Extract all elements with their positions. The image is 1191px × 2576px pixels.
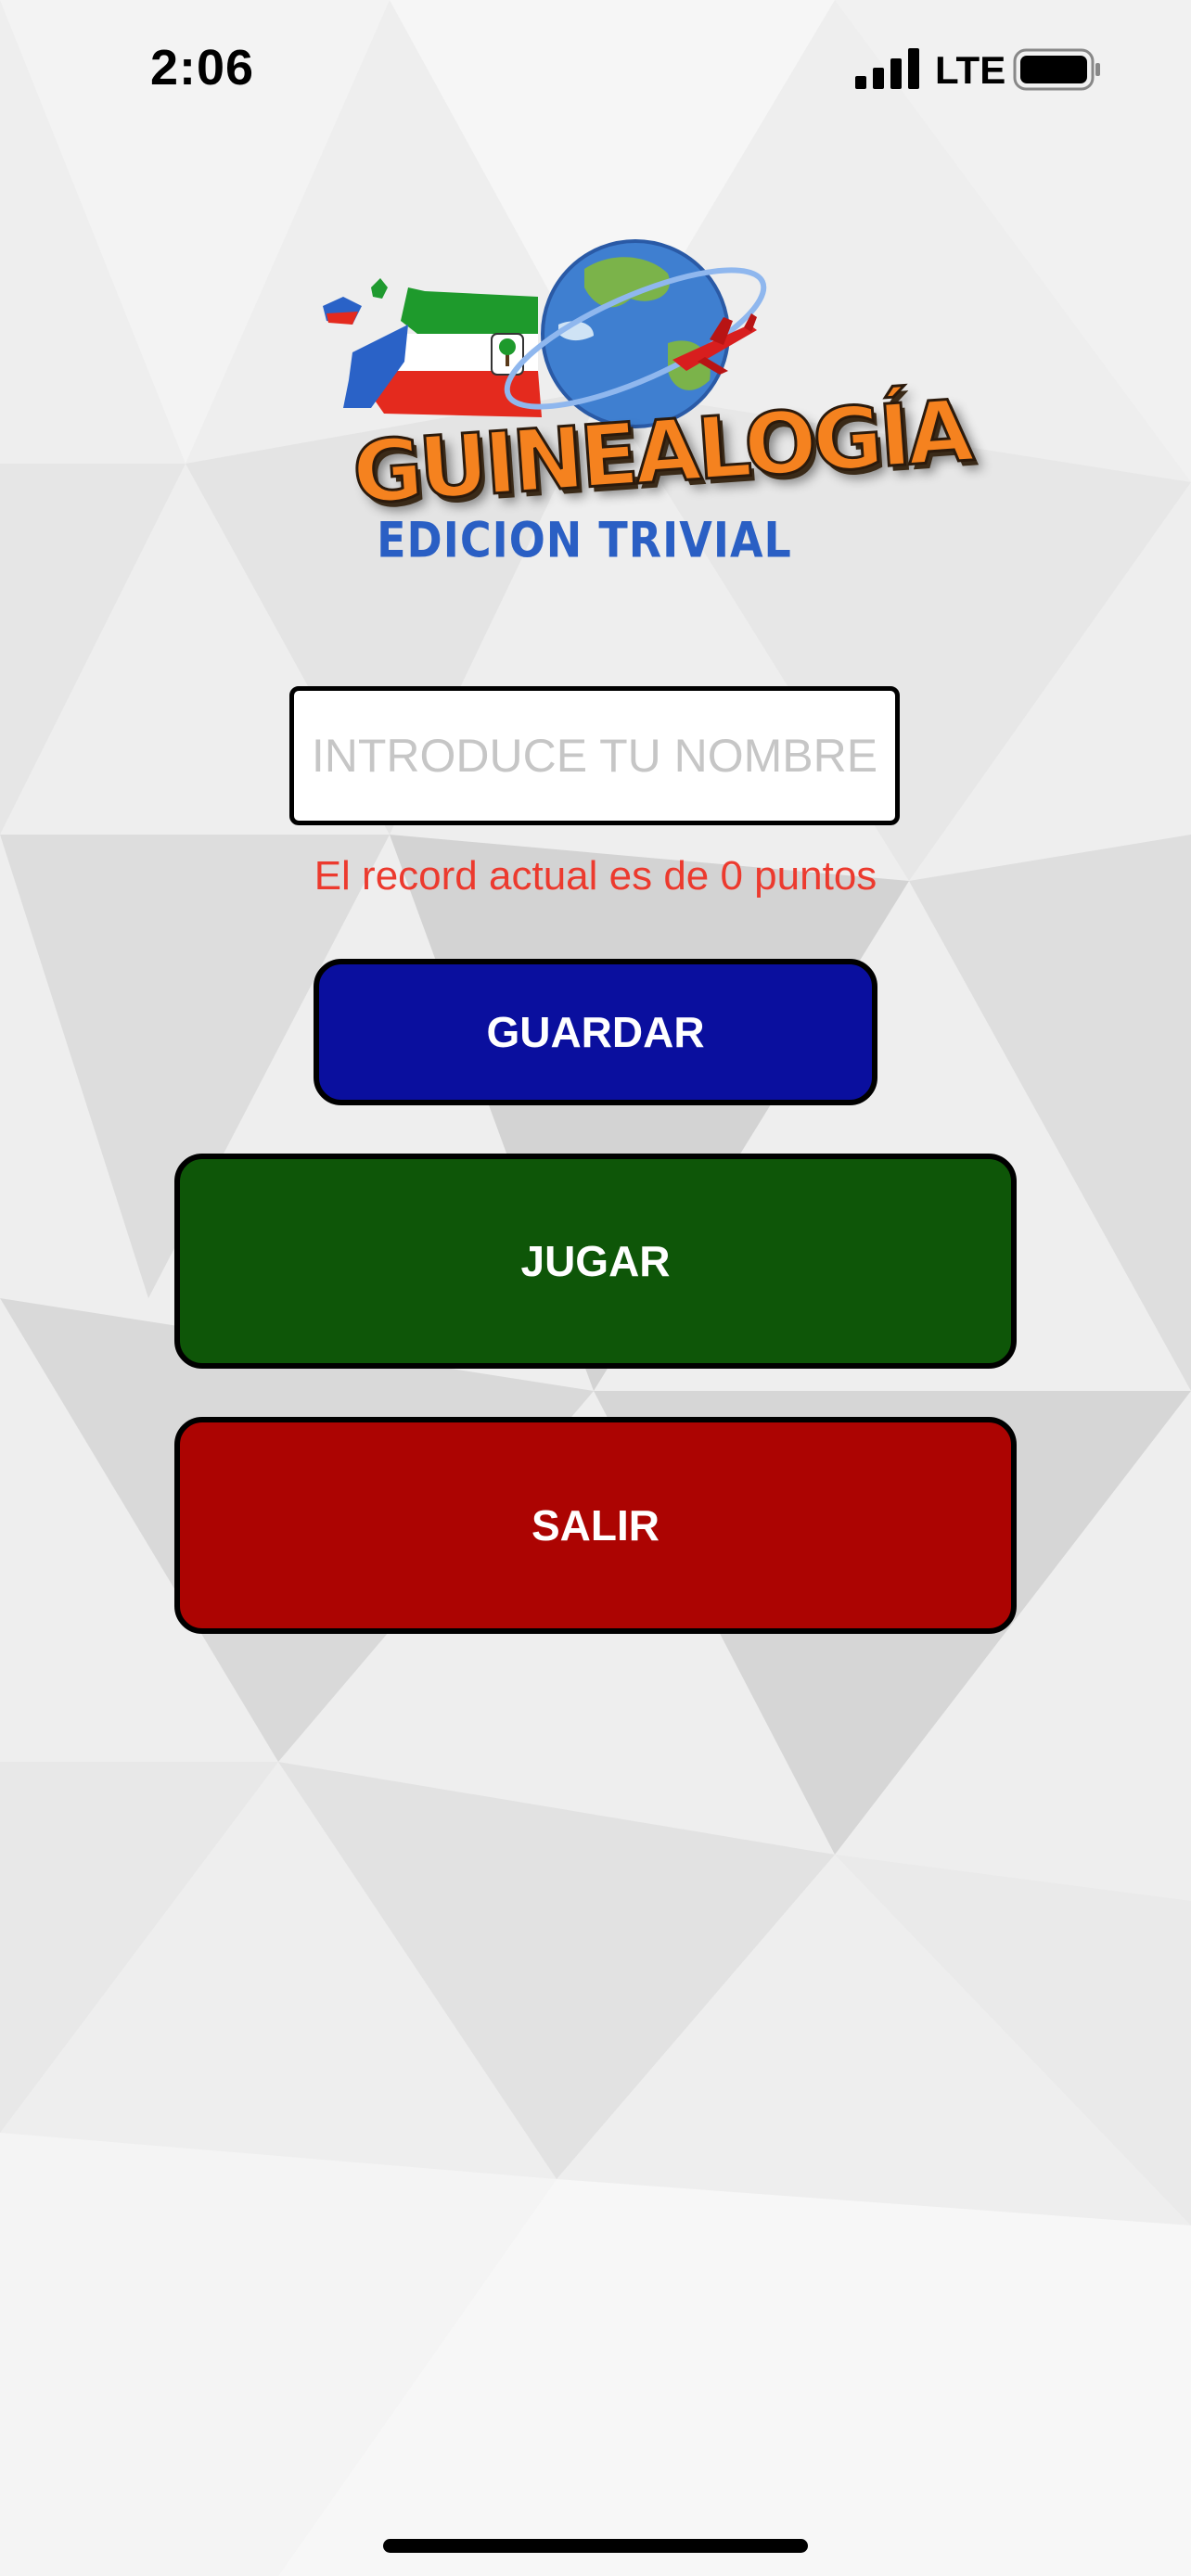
play-button-label: JUGAR xyxy=(520,1237,671,1285)
network-type: LTE xyxy=(935,48,1006,92)
battery-icon xyxy=(1013,48,1100,91)
home-indicator[interactable] xyxy=(383,2539,808,2553)
cellular-signal-icon xyxy=(855,48,919,89)
exit-button-label: SALIR xyxy=(531,1501,660,1549)
status-time: 2:06 xyxy=(150,40,255,96)
save-button[interactable]: GUARDAR xyxy=(314,959,877,1105)
status-bar: 2:06 LTE xyxy=(0,0,1191,139)
exit-button[interactable]: SALIR xyxy=(174,1417,1017,1634)
logo-subtitle: EDICION TRIVIAL xyxy=(377,510,792,569)
record-text: El record actual es de 0 puntos xyxy=(314,853,877,899)
name-input[interactable] xyxy=(289,686,900,825)
play-button[interactable]: JUGAR xyxy=(174,1154,1017,1369)
save-button-label: GUARDAR xyxy=(486,1008,705,1056)
